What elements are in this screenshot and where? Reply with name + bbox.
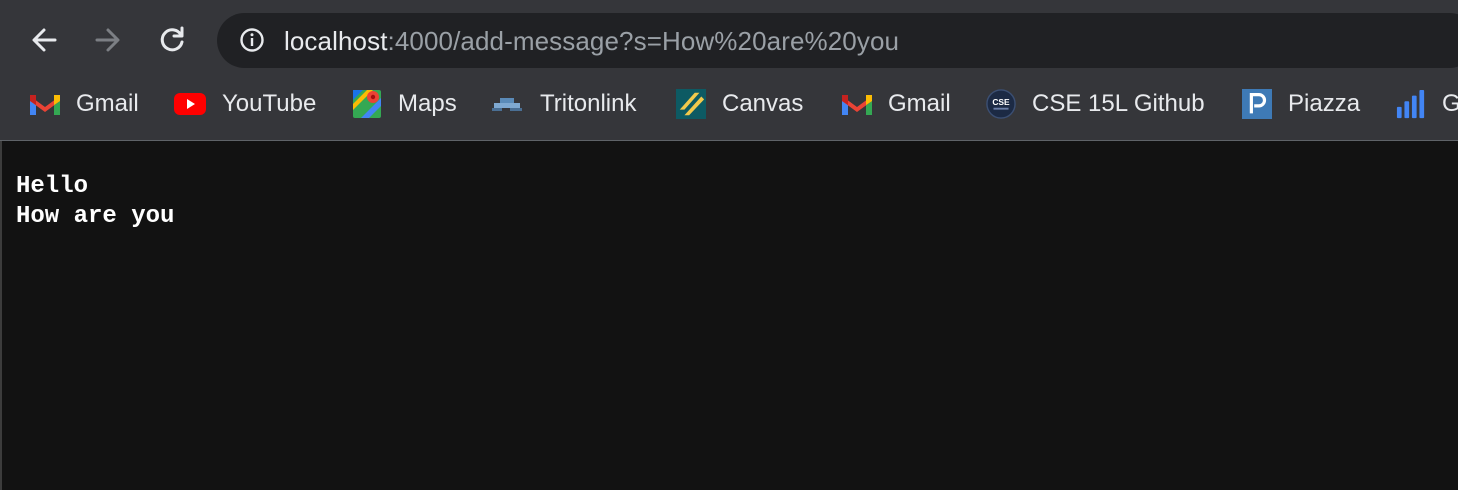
window-edge (0, 141, 2, 490)
arrow-left-icon (32, 28, 57, 52)
message-line: How are you (16, 203, 175, 230)
info-icon[interactable] (239, 27, 265, 53)
canvas-icon (676, 89, 706, 119)
browser-toolbar: localhost:4000/add-message?s=How%20are%2… (0, 0, 1458, 82)
reload-icon (160, 26, 184, 52)
bookmark-label: Piazza (1288, 90, 1361, 117)
piazza-icon (1242, 89, 1272, 119)
browser-chrome: localhost:4000/add-message?s=How%20are%2… (0, 0, 1458, 141)
gmail-icon (30, 89, 60, 119)
message-line: Hello (16, 173, 89, 200)
url-path: :4000/add-message?s=How%20are%20you (387, 26, 900, 56)
bookmark-gmail[interactable]: Gmail (30, 82, 139, 126)
url-host: localhost (284, 26, 388, 56)
url-text[interactable]: localhost:4000/add-message?s=How%20are%2… (284, 26, 899, 56)
forward-button[interactable] (90, 22, 126, 58)
page-content: Hello How are you (0, 141, 1458, 490)
bookmark-cse-15l-github[interactable]: CSE CSE 15L Github (986, 82, 1205, 126)
bookmark-canvas[interactable]: Canvas (676, 82, 803, 126)
bookmark-piazza[interactable]: Piazza (1242, 82, 1360, 126)
bookmark-label: Canvas (722, 90, 804, 117)
back-button[interactable] (26, 22, 62, 58)
bookmark-label: Maps (398, 90, 457, 117)
bookmark-label: Gmail (888, 90, 951, 117)
bookmark-maps[interactable]: Maps (352, 82, 457, 126)
address-bar[interactable]: localhost:4000/add-message?s=How%20are%2… (217, 13, 1458, 68)
bookmark-label: Gmail (76, 90, 139, 117)
bookmarks-bar: Gmail YouTube Maps Tritonlink Canvas Gma… (0, 82, 1458, 140)
bookmark-youtube[interactable]: YouTube (174, 82, 316, 126)
youtube-icon (174, 89, 206, 119)
cse-icon-text: CSE (992, 97, 1010, 107)
bookmark-label: YouTube (222, 90, 317, 117)
arrow-right-icon (95, 28, 120, 52)
maps-icon (352, 89, 382, 119)
bookmark-gmail[interactable]: Gmail (842, 82, 951, 126)
bookmark-label: CSE 15L Github (1032, 90, 1205, 117)
gmail-icon (842, 89, 872, 119)
bookmark-label: G (1442, 90, 1458, 117)
message-list: Hello How are you (16, 172, 174, 232)
cse-icon: CSE (986, 89, 1016, 119)
tritonlink-icon (492, 89, 524, 119)
bookmark-label: Tritonlink (540, 90, 637, 117)
bookmark-analytics[interactable]: G (1396, 82, 1458, 126)
analytics-icon (1396, 89, 1426, 119)
reload-button[interactable] (154, 22, 190, 58)
bookmark-tritonlink[interactable]: Tritonlink (492, 82, 636, 126)
